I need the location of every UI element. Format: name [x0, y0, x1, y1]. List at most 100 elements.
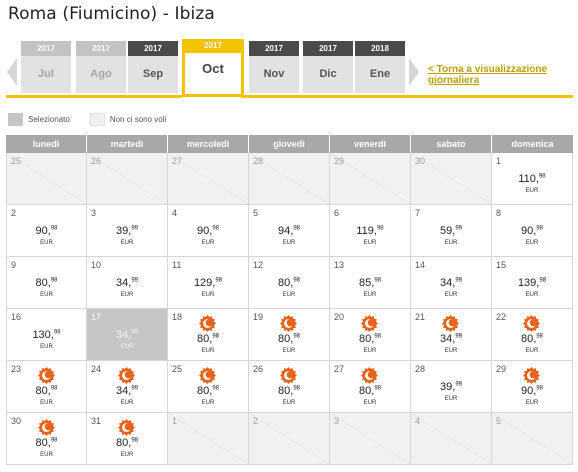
fare-currency: EUR [363, 292, 377, 298]
calendar-day[interactable]: 21 34,99 EUR [411, 309, 492, 361]
next-month-arrow-icon[interactable] [409, 58, 419, 86]
fare-price: 90,98 [197, 225, 219, 237]
tab-month[interactable]: 2017 Dic [303, 41, 353, 93]
calendar-day[interactable]: 13 85,98 EUR [330, 257, 411, 309]
calendar-day[interactable]: 16 130,98 EUR [6, 309, 87, 361]
day-number: 26 [253, 364, 264, 374]
day-number: 26 [91, 156, 102, 166]
prev-month-arrow-icon[interactable] [7, 58, 17, 86]
tab-month[interactable]: 2017 Oct [182, 39, 244, 97]
calendar-day[interactable]: 14 34,99 EUR [411, 257, 492, 309]
day-number: 2 [11, 208, 17, 218]
calendar-day[interactable]: 15 139,98 EUR [492, 257, 573, 309]
calendar-day-unavailable: 25 [6, 153, 87, 205]
special-offer-icon [118, 367, 135, 384]
fare-price: 34,99 [116, 329, 138, 341]
calendar-day[interactable]: 26 80,98 EUR [249, 361, 330, 413]
tab-month: 2017 Ago [76, 41, 126, 93]
tab-year: 2017 [21, 41, 71, 56]
day-number: 21 [415, 312, 426, 322]
calendar-day[interactable]: 19 80,98 EUR [249, 309, 330, 361]
calendar-day-unavailable: 3 [330, 413, 411, 465]
fare-price-integer: 59 [440, 225, 453, 237]
tab-month-label: Oct [185, 53, 241, 90]
day-number: 27 [334, 364, 345, 374]
fare-price-integer: 34 [440, 333, 453, 345]
fare-price-integer: 80 [278, 385, 291, 397]
fare-price-decimals: 98 [131, 437, 138, 444]
day-number: 10 [91, 260, 102, 270]
calendar-day[interactable]: 3 39,99 EUR [87, 205, 168, 257]
fare-price: 39,99 [116, 225, 138, 237]
calendar-day[interactable]: 9 80,98 EUR [6, 257, 87, 309]
fare-price-decimals: 98 [374, 333, 381, 340]
fare-currency: EUR [363, 240, 377, 246]
tab-month[interactable]: 2017 Nov [249, 41, 299, 93]
special-offer-icon [118, 419, 135, 436]
fare-price-integer: 80 [278, 333, 291, 345]
fare-price: 80,98 [278, 385, 300, 397]
fare-price-decimals: 98 [293, 225, 300, 232]
calendar-day[interactable]: 23 80,98 EUR [6, 361, 87, 413]
calendar-day[interactable]: 8 90,98 EUR [492, 205, 573, 257]
day-number: 1 [496, 156, 502, 166]
fare-currency: EUR [201, 240, 215, 246]
fare-price-decimals: 99 [455, 225, 462, 232]
fare-price-integer: 34 [440, 277, 453, 289]
calendar-day[interactable]: 10 34,99 EUR [87, 257, 168, 309]
calendar-day[interactable]: 7 59,99 EUR [411, 205, 492, 257]
fare-currency: EUR [201, 292, 215, 298]
day-number: 13 [334, 260, 345, 270]
special-offer-icon [38, 419, 55, 436]
calendar-day[interactable]: 12 80,98 EUR [249, 257, 330, 309]
calendar-day-unavailable: 30 [411, 153, 492, 205]
tab-year: 2017 [303, 41, 353, 56]
fare-price-decimals: 98 [53, 329, 61, 336]
calendar-day[interactable]: 20 80,98 EUR [330, 309, 411, 361]
calendar-day[interactable]: 4 90,98 EUR [168, 205, 249, 257]
fare-price-decimals: 99 [455, 277, 462, 284]
calendar-day[interactable]: 27 80,98 EUR [330, 361, 411, 413]
calendar-day[interactable]: 29 90,98 EUR [492, 361, 573, 413]
calendar-day[interactable]: 22 80,98 EUR [492, 309, 573, 361]
calendar-day[interactable]: 1 110,98 EUR [492, 153, 573, 205]
fare-currency: EUR [282, 400, 296, 406]
fare-price-decimals: 98 [215, 277, 223, 284]
calendar-day[interactable]: 5 94,98 EUR [249, 205, 330, 257]
special-offer-icon [38, 367, 55, 384]
day-number: 18 [172, 312, 183, 322]
fare-currency: EUR [40, 240, 53, 246]
day-number: 7 [415, 208, 421, 218]
fare-price: 34,99 [116, 277, 138, 289]
day-number: 1 [172, 416, 178, 426]
tab-year: 2017 [185, 39, 241, 53]
weekday-header-row: lunedì martedì mercoledì giovedì venerdì saba… [6, 135, 573, 153]
calendar-day[interactable]: 6 119,98 EUR [330, 205, 411, 257]
day-number: 23 [11, 364, 22, 374]
day-number: 25 [11, 156, 22, 166]
special-offer-icon [442, 315, 459, 332]
calendar-day[interactable]: 17 34,99 EUR [87, 309, 168, 361]
calendar-day[interactable]: 18 80,98 EUR [168, 309, 249, 361]
tab-month-label: Nov [249, 56, 299, 93]
fare-price: 80,98 [278, 333, 300, 345]
fare-price-integer: 80 [359, 333, 372, 345]
calendar-day[interactable]: 28 39,99 EUR [411, 361, 492, 413]
tab-month[interactable]: 2018 Ene [355, 41, 405, 93]
fare-currency: EUR [40, 400, 53, 406]
fare-price-integer: 139 [517, 277, 537, 289]
back-to-daily-view-link[interactable]: < Torna a visualizzazione giornaliera [428, 64, 568, 86]
special-offer-icon [361, 367, 378, 384]
calendar-day[interactable]: 11 129,98 EUR [168, 257, 249, 309]
calendar-day[interactable]: 2 90,98 EUR [6, 205, 87, 257]
calendar-day[interactable]: 25 80,98 EUR [168, 361, 249, 413]
calendar-day[interactable]: 30 80,98 EUR [6, 413, 87, 465]
fare-price: 90,98 [521, 225, 543, 237]
calendar-day[interactable]: 24 34,99 EUR [87, 361, 168, 413]
fare-price-decimals: 98 [374, 277, 381, 284]
calendar-day[interactable]: 31 80,98 EUR [87, 413, 168, 465]
tab-month[interactable]: 2017 Sep [128, 41, 178, 93]
fare-price-decimals: 98 [212, 225, 219, 232]
day-number: 20 [334, 312, 345, 322]
special-offer-icon [199, 367, 216, 384]
